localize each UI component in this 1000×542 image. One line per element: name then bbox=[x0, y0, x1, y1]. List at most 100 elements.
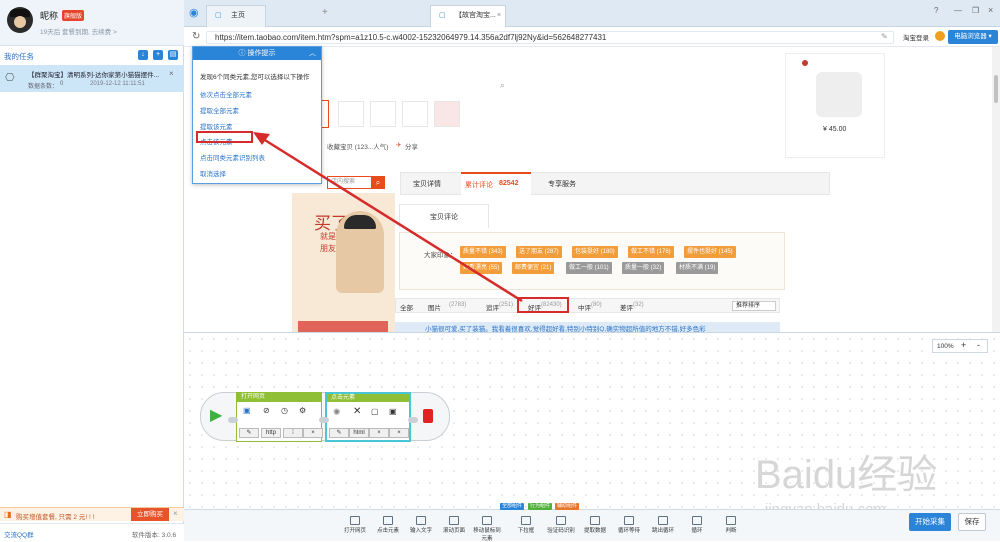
sort-dropdown[interactable]: 推荐排序 bbox=[732, 301, 776, 311]
avatar[interactable] bbox=[7, 7, 33, 33]
scroll-thumb[interactable] bbox=[994, 75, 998, 103]
tag[interactable]: 摆件也挺好 (145) bbox=[684, 246, 736, 258]
cancel-icon: ✕ bbox=[353, 406, 362, 417]
tag[interactable]: 材质不满 (19) bbox=[676, 262, 719, 274]
edit-node-icon[interactable]: ✎ bbox=[239, 428, 259, 438]
node-close[interactable]: × bbox=[369, 428, 389, 438]
tool-wait[interactable]: 循环等待 bbox=[614, 516, 644, 534]
product-thumb[interactable] bbox=[402, 101, 428, 127]
add-task-icon[interactable]: + bbox=[153, 50, 163, 60]
close-promo-icon[interactable]: × bbox=[173, 509, 178, 518]
browser-mode-dropdown[interactable]: 电脑浏览器 ▾ bbox=[948, 30, 998, 44]
tool-condition[interactable]: 判断 bbox=[716, 516, 746, 534]
edit-node-icon[interactable]: ✎ bbox=[329, 428, 349, 438]
zoom-out-button[interactable]: - bbox=[977, 340, 980, 350]
tool-label: 判断 bbox=[725, 528, 737, 534]
popup-option[interactable]: 提取该元素 bbox=[200, 121, 233, 131]
filter-bad[interactable]: 差评 bbox=[620, 302, 633, 312]
tab-home[interactable]: ▢ 主页 bbox=[206, 5, 266, 27]
open-page-icon bbox=[350, 516, 360, 525]
popup-title: 操作提示 bbox=[247, 50, 276, 57]
node-close-2[interactable]: × bbox=[389, 428, 409, 438]
tag[interactable]: 质量一般 (32) bbox=[622, 262, 665, 274]
close-window-icon[interactable]: × bbox=[988, 5, 993, 15]
vertical-scrollbar[interactable] bbox=[992, 47, 1000, 332]
url-input[interactable]: https://item.taobao.com/item.htm?spm=a1z… bbox=[206, 31, 894, 44]
connector bbox=[319, 417, 329, 423]
zoom-in-button[interactable]: + bbox=[961, 340, 966, 350]
filter-mid[interactable]: 中评 bbox=[578, 302, 591, 312]
tool-captcha[interactable]: 验证码识别 bbox=[546, 516, 576, 534]
tool-extract[interactable]: 提取数据 bbox=[580, 516, 610, 534]
flow-icon: ⎔ bbox=[5, 72, 15, 84]
tool-loop[interactable]: 循环 bbox=[682, 516, 712, 534]
task-item[interactable]: ⎔ 【群聚淘宝】清明系列-达你家第小猫猫摆件... 数据条数： 0 2019-1… bbox=[0, 65, 184, 92]
restore-icon[interactable]: ❐ bbox=[972, 6, 979, 15]
node-field[interactable]: html bbox=[349, 428, 369, 438]
import-icon[interactable]: ▤ bbox=[168, 50, 178, 60]
chip-all-components[interactable]: 全部组件 bbox=[500, 503, 525, 510]
start-collect-button[interactable]: 开始采集 bbox=[909, 513, 951, 531]
tool-click-element[interactable]: 点击元素 bbox=[373, 516, 403, 534]
download-icon[interactable]: ↓ bbox=[138, 50, 148, 60]
tab-taobao[interactable]: ▢ 【故宫淘宝... × bbox=[430, 5, 506, 27]
tool-scroll[interactable]: 滚动页面 bbox=[439, 516, 469, 534]
new-tab-icon[interactable]: + bbox=[322, 7, 328, 18]
taobao-login-link[interactable]: 淘宝登录 bbox=[903, 32, 929, 42]
baidu-watermark: Baidu经验 jingyan.baidu.com bbox=[755, 453, 937, 518]
close-icon[interactable]: × bbox=[169, 69, 174, 78]
chip-behavior-components[interactable]: 行为组件 bbox=[528, 503, 553, 510]
tag[interactable]: 做工不错 (176) bbox=[628, 246, 674, 258]
node-title: 点击元素 bbox=[331, 395, 356, 401]
help-icon[interactable]: ? bbox=[934, 6, 938, 15]
tool-break-loop[interactable]: 跳出循环 bbox=[648, 516, 678, 534]
tool-input-text[interactable]: 输入文字 bbox=[406, 516, 436, 534]
node-header: 打开网页 bbox=[237, 393, 321, 402]
node-open-page[interactable]: 打开网页 ▣ ⊘ ◷ ⚙ ✎ http ⁞ × bbox=[236, 392, 323, 442]
version-text: 软件版本: 3.0.6 bbox=[132, 532, 177, 539]
node-click-element[interactable]: 点击元素 ✺ ✕ ▢ ▣ ✎ html × × bbox=[325, 392, 411, 442]
seal-icon bbox=[802, 60, 808, 66]
condition-icon bbox=[726, 516, 736, 525]
save-button[interactable]: 保存 bbox=[958, 513, 986, 531]
tool-label: 循环 bbox=[691, 528, 703, 534]
annotation-arrow bbox=[253, 132, 523, 303]
connector bbox=[228, 417, 238, 423]
start-icon[interactable]: ▶ bbox=[210, 405, 222, 425]
tag[interactable]: 做工一般 (101) bbox=[566, 262, 612, 274]
tab-service[interactable]: 专享服务 bbox=[548, 179, 576, 189]
product-thumb[interactable] bbox=[338, 101, 364, 127]
zoom-icon: ⌕ bbox=[500, 80, 506, 90]
product-thumb[interactable] bbox=[434, 101, 460, 127]
node-field-2[interactable]: ⁞ bbox=[283, 428, 303, 438]
product-thumb[interactable] bbox=[370, 101, 396, 127]
task-count-label: 数据条数： bbox=[28, 84, 59, 90]
wait-icon bbox=[624, 516, 634, 525]
tool-hover[interactable]: 移动鼠标到元素 bbox=[472, 516, 502, 542]
close-tab-icon[interactable]: × bbox=[497, 6, 501, 26]
node-close[interactable]: × bbox=[303, 428, 323, 438]
recommend-card[interactable]: ¥ 45.00 bbox=[785, 53, 885, 158]
minimize-icon[interactable]: — bbox=[954, 6, 962, 15]
expiry-note[interactable]: 19天后 套餐到期, 去续费 > bbox=[40, 26, 117, 36]
stop-icon[interactable] bbox=[423, 409, 433, 423]
chip-helper-components[interactable]: 辅助组件 bbox=[555, 503, 580, 510]
popup-option[interactable]: 依次点击全部元素 bbox=[200, 89, 252, 99]
loading-icon: ✺ bbox=[333, 407, 341, 417]
node-field[interactable]: http bbox=[261, 428, 281, 438]
tool-open-page[interactable]: 打开网页 bbox=[340, 516, 370, 534]
refresh-icon[interactable]: ↻ bbox=[192, 31, 200, 42]
collapse-icon[interactable]: ︿ bbox=[309, 47, 316, 60]
task-count: 0 bbox=[60, 81, 64, 87]
browser-icon bbox=[935, 31, 945, 41]
popup-option[interactable]: 取消选择 bbox=[200, 168, 226, 178]
popup-intro: 发现6个同类元素,您可以选择以下操作 bbox=[200, 74, 310, 81]
tag[interactable]: 包装挺好 (180) bbox=[572, 246, 618, 258]
tool-label: 循环等待 bbox=[617, 528, 640, 534]
buy-now-button[interactable]: 立即购买 bbox=[131, 508, 169, 521]
user-header: 昵称 旗舰版 19天后 套餐到期, 去续费 > bbox=[0, 0, 184, 46]
popup-option[interactable]: 提取全部元素 bbox=[200, 105, 239, 115]
qq-group-link[interactable]: 交流QQ群 bbox=[4, 529, 34, 539]
tool-dropdown[interactable]: 下拉框 bbox=[511, 516, 541, 534]
input-icon bbox=[416, 516, 426, 525]
